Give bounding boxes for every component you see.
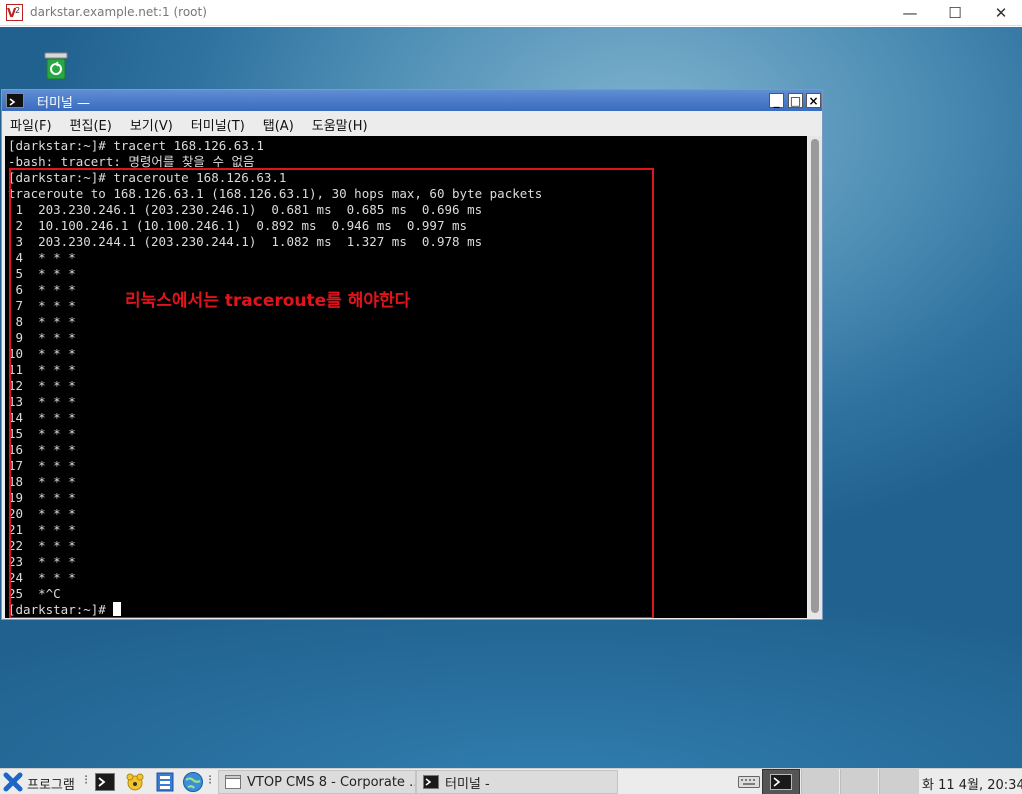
terminal-minimize-button[interactable]: _ bbox=[769, 93, 784, 108]
menu-view[interactable]: 보기(V) bbox=[128, 115, 175, 134]
terminal-scrollbar[interactable] bbox=[808, 136, 822, 618]
menu-file[interactable]: 파일(F) bbox=[8, 115, 54, 134]
menu-tabs[interactable]: 탭(A) bbox=[261, 115, 296, 134]
scrollbar-thumb[interactable] bbox=[811, 139, 819, 613]
terminal-maximize-button[interactable]: □ bbox=[788, 93, 803, 108]
vnc-titlebar: V 2 darkstar.example.net:1 (root) — ☐ ✕ bbox=[0, 0, 1022, 26]
menu-edit[interactable]: 편집(E) bbox=[68, 115, 114, 134]
terminal-titlebar[interactable]: 터미널 — _ □ × bbox=[2, 90, 822, 111]
start-menu-icon[interactable] bbox=[3, 772, 23, 792]
terminal-title: 터미널 — bbox=[37, 96, 91, 111]
browser-window-icon bbox=[225, 775, 241, 789]
taskbar-task-terminal[interactable]: 터미널 - bbox=[416, 770, 618, 794]
terminal-screen[interactable]: [darkstar:~]# tracert 168.126.63.1 -bash:… bbox=[5, 136, 807, 618]
terminal-icon bbox=[423, 775, 439, 789]
terminal-line: [darkstar:~]# tracert 168.126.63.1 bbox=[8, 138, 264, 153]
taskbar-task-browser[interactable]: VTOP CMS 8 - Corporate … bbox=[218, 770, 416, 794]
workspace-2[interactable] bbox=[801, 769, 839, 794]
svg-text:2: 2 bbox=[15, 6, 20, 15]
menu-terminal[interactable]: 터미널(T) bbox=[189, 115, 247, 134]
launcher-editor-icon[interactable] bbox=[154, 771, 176, 793]
workspace-1-active[interactable] bbox=[762, 769, 800, 794]
annotation-highlight-box bbox=[9, 168, 654, 618]
vnc-logo-icon: V 2 bbox=[6, 4, 23, 21]
start-menu-label[interactable]: 프로그램 bbox=[27, 774, 75, 793]
annotation-text: 리눅스에서는 traceroute를 해야한다 bbox=[125, 291, 411, 311]
close-button[interactable]: ✕ bbox=[981, 2, 1021, 24]
terminal-close-button[interactable]: × bbox=[806, 93, 821, 108]
workspace-4[interactable] bbox=[879, 769, 919, 794]
task-label: 터미널 - bbox=[445, 776, 490, 792]
workspace-3[interactable] bbox=[840, 769, 878, 794]
terminal-window: 터미널 — _ □ × 파일(F) 편집(E) 보기(V) 터미널(T) 탭(A… bbox=[1, 89, 823, 620]
task-label: VTOP CMS 8 - Corporate … bbox=[247, 774, 416, 790]
menu-help[interactable]: 도움말(H) bbox=[310, 115, 370, 134]
launcher-file-manager-icon[interactable] bbox=[124, 771, 146, 793]
launcher-browser-icon[interactable] bbox=[182, 771, 204, 793]
maximize-button[interactable]: ☐ bbox=[935, 2, 975, 24]
terminal-icon bbox=[6, 93, 24, 108]
menu-separator: ⁝ bbox=[84, 773, 89, 788]
terminal-menubar: 파일(F) 편집(E) 보기(V) 터미널(T) 탭(A) 도움말(H) bbox=[2, 112, 822, 136]
window-title: darkstar.example.net:1 (root) bbox=[30, 5, 207, 19]
keyboard-icon[interactable] bbox=[738, 776, 760, 788]
launcher-separator: ⁝ bbox=[208, 773, 213, 788]
clock[interactable]: 화 11 4월, 20:34 bbox=[922, 774, 1022, 793]
taskbar: 프로그램 ⁝ ⁝ VTOP CMS 8 - Corporate … 터미널 - … bbox=[0, 768, 1022, 794]
minimize-button[interactable]: — bbox=[890, 2, 930, 24]
trash-icon[interactable] bbox=[44, 52, 68, 80]
launcher-terminal-icon[interactable] bbox=[94, 771, 116, 793]
